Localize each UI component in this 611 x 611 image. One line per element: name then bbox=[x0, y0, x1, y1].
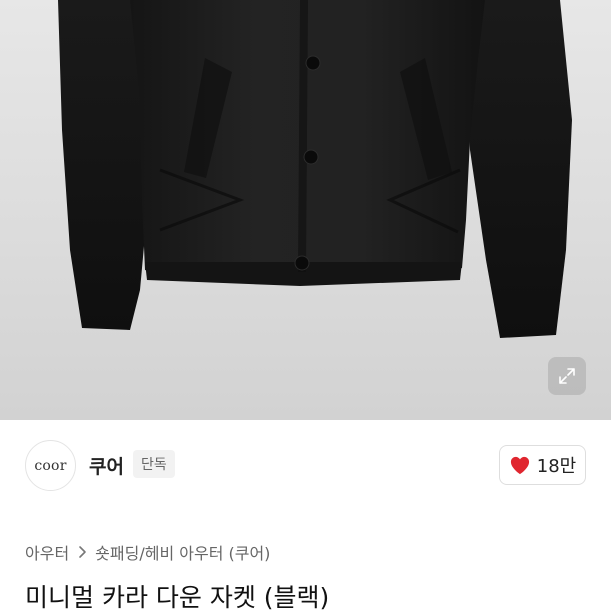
product-image[interactable] bbox=[0, 0, 611, 420]
expand-icon bbox=[559, 368, 575, 384]
breadcrumb-item-category[interactable]: 아우터 bbox=[25, 540, 69, 564]
expand-image-button[interactable] bbox=[548, 357, 586, 395]
product-title: 미니멀 카라 다운 자켓 (블랙) bbox=[25, 583, 330, 611]
like-button[interactable]: 18만 bbox=[499, 445, 586, 485]
exclusive-badge: 단독 bbox=[133, 450, 175, 478]
breadcrumb-item-subcategory[interactable]: 숏패딩/헤비 아우터 (쿠어) bbox=[95, 540, 270, 564]
chevron-right-icon bbox=[79, 546, 86, 558]
jacket-photo bbox=[58, 0, 572, 338]
breadcrumb: 아우터 숏패딩/헤비 아우터 (쿠어) bbox=[25, 540, 270, 564]
like-count: 18만 bbox=[536, 456, 577, 477]
brand-name[interactable]: 쿠어 bbox=[89, 452, 124, 479]
brand-logo[interactable]: coor bbox=[25, 440, 76, 491]
brand-logo-text: coor bbox=[34, 457, 67, 474]
heart-icon bbox=[510, 456, 529, 475]
brand-row: coor 쿠어 단독 18만 bbox=[0, 420, 611, 512]
